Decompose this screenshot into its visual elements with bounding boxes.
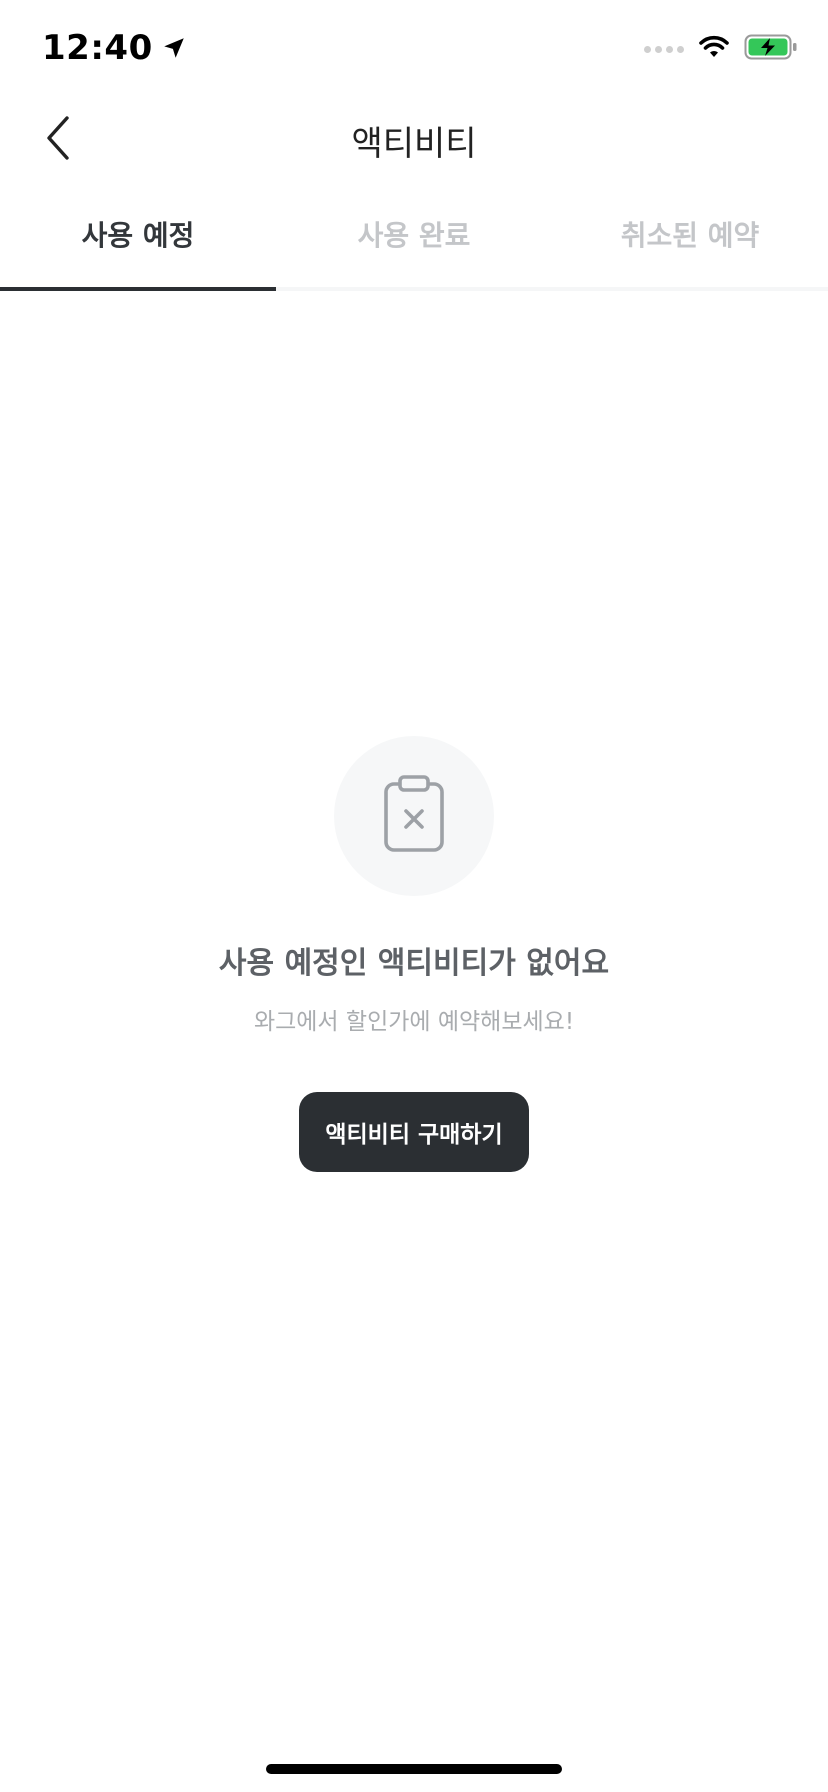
home-indicator — [266, 1764, 562, 1774]
status-time: 12:40 — [42, 28, 187, 68]
battery-charging-icon — [744, 34, 798, 64]
tab-bar: 사용 예정 사용 완료 취소된 예약 — [0, 195, 828, 291]
wifi-icon — [698, 35, 730, 63]
signal-dots-icon — [644, 45, 684, 53]
tab-upcoming[interactable]: 사용 예정 — [0, 195, 276, 291]
location-arrow-icon — [161, 35, 187, 61]
tab-cancelled[interactable]: 취소된 예약 — [552, 195, 828, 287]
tab-completed[interactable]: 사용 완료 — [276, 195, 552, 287]
empty-icon-circle — [334, 736, 494, 896]
empty-subtitle: 와그에서 할인가에 예약해보세요! — [253, 1009, 575, 1035]
status-bar: 12:40 — [0, 0, 828, 100]
status-icons — [644, 34, 798, 64]
clipboard-x-icon — [382, 774, 446, 858]
status-time-text: 12:40 — [42, 28, 153, 68]
buy-activity-button[interactable]: 액티비티 구매하기 — [299, 1092, 529, 1172]
empty-state: 사용 예정인 액티비티가 없어요 와그에서 할인가에 예약해보세요! 액티비티 … — [0, 736, 828, 1172]
page-title: 액티비티 — [351, 124, 477, 164]
empty-title: 사용 예정인 액티비티가 없어요 — [218, 946, 610, 981]
nav-header: 액티비티 — [0, 100, 828, 180]
